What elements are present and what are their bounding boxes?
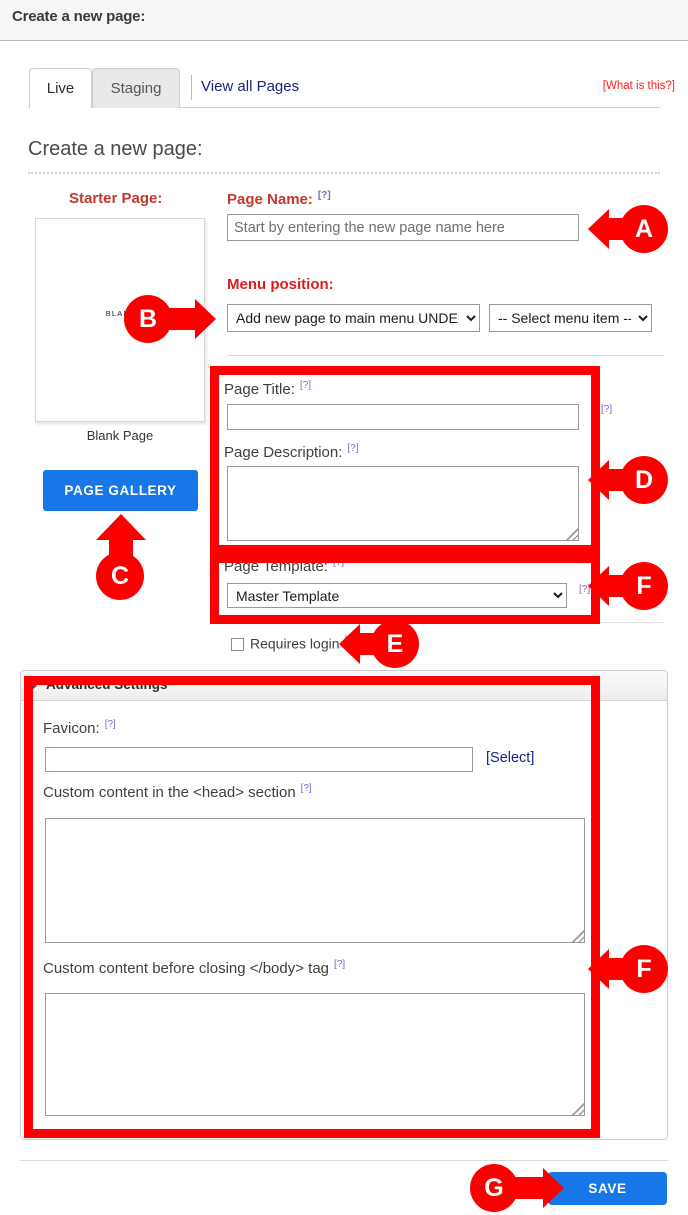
- favicon-input[interactable]: [45, 747, 473, 772]
- what-is-this-link[interactable]: [What is this?]: [603, 80, 675, 92]
- footer-divider: [20, 1160, 668, 1161]
- tab-staging-label: Staging: [110, 80, 162, 97]
- page-description-help-icon[interactable]: [?]: [347, 443, 358, 454]
- favicon-label-text: Favicon:: [43, 720, 100, 737]
- save-button[interactable]: SAVE: [548, 1172, 667, 1205]
- page-title-label: Page Title: [?]: [224, 380, 311, 398]
- requires-login-label: Requires login [?]: [250, 635, 356, 652]
- page-title: Create a new page:: [28, 138, 203, 160]
- favicon-help-icon[interactable]: [?]: [105, 719, 116, 730]
- page-title-input[interactable]: [227, 404, 579, 430]
- page-title-help-icon[interactable]: [?]: [300, 380, 311, 391]
- page-description-label: Page Description: [?]: [224, 443, 359, 461]
- starter-page-thumbnail-text: BLANK: [105, 309, 137, 318]
- tab-staging[interactable]: Staging: [92, 68, 180, 108]
- head-content-textarea[interactable]: [45, 818, 585, 943]
- heading-divider: [28, 172, 660, 174]
- page-template-label-text: Page Template:: [224, 558, 328, 575]
- starter-page-caption: Blank Page: [86, 428, 154, 443]
- favicon-label: Favicon: [?]: [43, 719, 116, 737]
- window-title-bar: Create a new page:: [0, 0, 688, 41]
- advanced-settings-title: Advanced Settings: [46, 677, 168, 692]
- annotation-a-label: A: [620, 205, 668, 253]
- caret-right-icon: [32, 682, 37, 690]
- head-content-label-text: Custom content in the <head> section: [43, 784, 296, 801]
- tab-live[interactable]: Live: [29, 68, 92, 108]
- body-content-label: Custom content before closing </body> ta…: [43, 959, 345, 977]
- view-all-pages-link[interactable]: View all Pages: [201, 78, 299, 95]
- menu-position-label: Menu position:: [227, 276, 334, 293]
- page-name-help-icon[interactable]: [?]: [318, 190, 331, 201]
- page-title-outer-help-icon[interactable]: [?]: [601, 404, 612, 415]
- requires-login-help-icon[interactable]: [?]: [345, 635, 356, 646]
- section-divider-1: [227, 355, 664, 356]
- tab-separator: [191, 75, 192, 100]
- head-content-help-icon[interactable]: [?]: [301, 783, 312, 794]
- page-template-select[interactable]: Master Template: [227, 583, 567, 608]
- page-description-textarea[interactable]: [227, 466, 579, 541]
- body-content-label-text: Custom content before closing </body> ta…: [43, 960, 330, 977]
- starter-page-label: Starter Page:: [69, 190, 163, 207]
- head-content-label: Custom content in the <head> section [?]: [43, 783, 312, 801]
- section-divider-2: [227, 622, 664, 623]
- page-name-input[interactable]: [227, 214, 579, 241]
- menu-position-primary-select[interactable]: Add new page to main menu UNDER:: [227, 304, 480, 332]
- page-template-outer-help-icon[interactable]: [?]: [579, 584, 590, 595]
- page-title-label-text: Page Title:: [224, 381, 295, 398]
- page-template-label: Page Template: [?]: [224, 557, 344, 575]
- annotation-c-label: C: [96, 552, 144, 600]
- annotation-d-label: D: [620, 456, 668, 504]
- body-content-textarea[interactable]: [45, 993, 585, 1116]
- requires-login-checkbox[interactable]: [231, 638, 244, 651]
- window-title: Create a new page:: [12, 8, 146, 25]
- starter-page-thumbnail[interactable]: BLANK: [35, 218, 205, 422]
- menu-position-secondary-select[interactable]: -- Select menu item --: [489, 304, 652, 332]
- page-name-label: Page Name: [?]: [227, 190, 331, 208]
- annotation-e-label: E: [371, 620, 419, 668]
- requires-login-label-text: Requires login: [250, 635, 340, 652]
- annotation-f-template-label: F: [620, 562, 668, 610]
- advanced-settings-header[interactable]: Advanced Settings: [21, 671, 667, 701]
- page-gallery-button[interactable]: PAGE GALLERY: [43, 470, 198, 511]
- annotation-g-label: G: [470, 1164, 518, 1212]
- body-content-help-icon[interactable]: [?]: [334, 959, 345, 970]
- page-name-label-text: Page Name:: [227, 191, 313, 208]
- page-template-help-icon[interactable]: [?]: [333, 557, 344, 568]
- tab-live-label: Live: [46, 80, 75, 97]
- tab-strip: Live Staging View all Pages [What is thi…: [0, 68, 688, 108]
- favicon-select-link[interactable]: [Select]: [486, 750, 534, 766]
- page-description-label-text: Page Description:: [224, 444, 343, 461]
